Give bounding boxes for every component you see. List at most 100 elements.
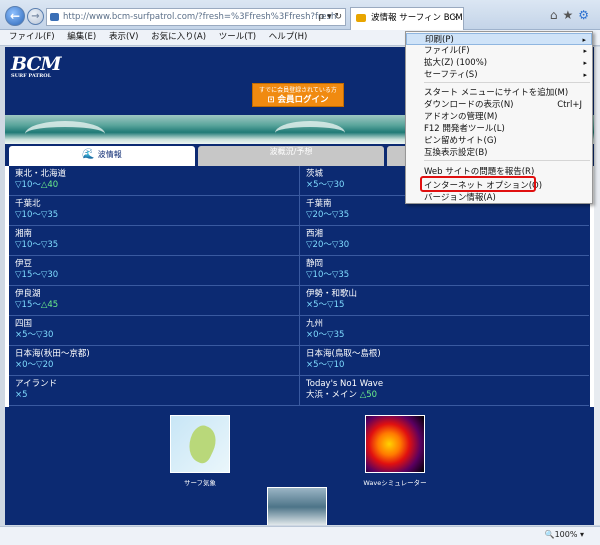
surf-weather-map-thumb[interactable] xyxy=(170,415,230,473)
menu-separator xyxy=(424,82,590,83)
region-name: Today's No1 Wave xyxy=(306,379,384,389)
highlight-box xyxy=(420,176,536,192)
surf-weather-label[interactable]: サーフ気象 xyxy=(150,477,250,487)
browser-titlebar: ← → http://www.bcm-surfpatrol.com/?fresh… xyxy=(0,0,600,30)
menu-item-zoom[interactable]: 拡大(Z) (100%) ▸ xyxy=(406,57,592,69)
address-bar[interactable]: http://www.bcm-surfpatrol.com/?fresh=%3F… xyxy=(46,8,346,26)
address-tools-icon[interactable]: ρ ▾ ↻ xyxy=(319,9,343,25)
menu-help[interactable]: ヘルプ(H) xyxy=(269,32,308,42)
submenu-arrow-icon: ▸ xyxy=(583,71,587,79)
menu-edit[interactable]: 編集(E) xyxy=(67,32,96,42)
region-name: 日本海(秋田〜京都) xyxy=(15,349,90,359)
region-wave-value: ×5〜▽10 xyxy=(306,360,345,370)
browser-toolbar-icons: ⌂★⚙ xyxy=(550,8,594,22)
tab-wave-info-label: 波情報 xyxy=(97,150,122,159)
region-wave-value: ▽10〜▽35 xyxy=(306,270,350,280)
region-cell[interactable]: 伊良湖 ▽15〜△45 xyxy=(9,286,299,316)
menu-item-manage-addons[interactable]: アドオンの管理(M) xyxy=(406,111,592,123)
menu-item-print[interactable]: 印刷(P) ▸ xyxy=(406,33,592,45)
region-wave-value: ×0〜▽35 xyxy=(306,330,345,340)
region-cell[interactable]: アイランド ×5 xyxy=(9,376,299,406)
submenu-arrow-icon: ▸ xyxy=(583,47,587,55)
wave-photo-thumb[interactable] xyxy=(267,487,327,525)
login-caption: すでに会員登録されている方 xyxy=(259,87,337,94)
tab-close-icon[interactable]: × xyxy=(452,8,459,28)
region-wave-value: ▽15〜△45 xyxy=(15,300,59,310)
menu-item-label: 互換表示設定(B) xyxy=(424,148,488,158)
menu-item-about[interactable]: バージョン情報(A) xyxy=(406,192,592,204)
region-wave-value: ▽20〜▽35 xyxy=(306,210,350,220)
region-name: 伊勢・和歌山 xyxy=(306,289,358,299)
vertical-scrollbar[interactable] xyxy=(594,47,600,525)
menu-item-f12-devtools[interactable]: F12 開発者ツール(L) xyxy=(406,123,592,135)
member-login-button[interactable]: すでに会員登録されている方 ⊡ 会員ログイン xyxy=(252,83,344,107)
menu-item-label: アドオンの管理(M) xyxy=(424,112,498,122)
region-wave-value: ×0〜▽20 xyxy=(15,360,54,370)
menu-item-compat-view-settings[interactable]: 互換表示設定(B) xyxy=(406,147,592,159)
menu-item-label: ピン留めサイト(G) xyxy=(424,136,497,146)
tab-wave-forecast-label: 波概況/予想 xyxy=(269,147,313,156)
menu-item-label: ダウンロードの表示(N) xyxy=(424,100,514,110)
region-wave-value: ▽20〜▽30 xyxy=(306,240,350,250)
region-name: 千葉北 xyxy=(15,199,41,209)
region-name: 湘南 xyxy=(15,229,33,239)
wave-simulator-thumb[interactable] xyxy=(365,415,425,473)
region-cell[interactable]: 静岡 ▽10〜▽35 xyxy=(299,256,589,286)
menu-item-safety[interactable]: セーフティ(S) ▸ xyxy=(406,69,592,81)
region-wave-value: 大浜・メイン △50 xyxy=(306,390,378,400)
region-wave-value: ▽10〜▽35 xyxy=(15,210,59,220)
tools-dropdown-menu: 印刷(P) ▸ ファイル(F) ▸ 拡大(Z) (100%) ▸ セーフティ(S) ▸ スタート… xyxy=(405,31,593,204)
tab-wave-info[interactable]: 🌊 波情報 xyxy=(9,146,195,166)
menu-file[interactable]: ファイル(F) xyxy=(9,32,55,42)
region-cell[interactable]: 四国 ×5〜▽30 xyxy=(9,316,299,346)
menu-item-file[interactable]: ファイル(F) ▸ xyxy=(406,45,592,57)
region-cell[interactable]: Today's No1 Wave 大浜・メイン △50 xyxy=(299,376,589,406)
tab-title: 波情報 サーフィン BCM xyxy=(371,13,463,23)
region-cell[interactable]: 伊勢・和歌山 ×5〜▽15 xyxy=(299,286,589,316)
status-bar: 🔍100% ▾ xyxy=(0,526,600,545)
wave-icon: 🌊 xyxy=(82,149,95,160)
zoom-level[interactable]: 🔍100% ▾ xyxy=(545,530,584,539)
region-cell[interactable]: 湘南 ▽10〜▽35 xyxy=(9,226,299,256)
back-button[interactable]: ← xyxy=(5,6,25,26)
region-name: 九州 xyxy=(306,319,324,329)
region-cell[interactable]: 日本海(鳥取〜島根) ×5〜▽10 xyxy=(299,346,589,376)
menu-item-pinned-sites[interactable]: ピン留めサイト(G) xyxy=(406,135,592,147)
menu-separator xyxy=(424,160,590,161)
region-cell[interactable]: 千葉北 ▽10〜▽35 xyxy=(9,196,299,226)
wave-simulator-label[interactable]: Waveシミュレーター xyxy=(345,477,445,487)
region-wave-value: ×5〜▽30 xyxy=(15,330,54,340)
menu-favorites[interactable]: お気に入り(A) xyxy=(151,32,206,42)
forward-button[interactable]: → xyxy=(27,8,44,25)
menu-item-add-start-menu[interactable]: スタート メニューにサイトを追加(M) xyxy=(406,87,592,99)
menu-item-view-downloads[interactable]: ダウンロードの表示(N) Ctrl+J xyxy=(406,99,592,111)
site-favicon-icon xyxy=(50,13,59,21)
region-name: 東北・北海道 xyxy=(15,169,67,179)
menu-item-label: 印刷(P) xyxy=(425,35,454,45)
region-cell[interactable]: 東北・北海道 ▽10〜△40 xyxy=(9,166,299,196)
menu-item-label: バージョン情報(A) xyxy=(424,193,496,203)
favorites-star-icon[interactable]: ★ xyxy=(562,8,578,22)
region-name: アイランド xyxy=(15,379,58,389)
menu-view[interactable]: 表示(V) xyxy=(109,32,138,42)
region-cell[interactable]: 九州 ×0〜▽35 xyxy=(299,316,589,346)
gear-icon[interactable]: ⚙ xyxy=(578,8,594,22)
site-logo[interactable]: BCM SURF PATROL xyxy=(11,53,62,79)
menu-item-label: スタート メニューにサイトを追加(M) xyxy=(424,88,569,98)
menu-shortcut: Ctrl+J xyxy=(557,100,582,110)
menu-item-label: セーフティ(S) xyxy=(424,70,478,80)
region-cell[interactable]: 伊豆 ▽15〜▽30 xyxy=(9,256,299,286)
region-name: 静岡 xyxy=(306,259,324,269)
tab-wave-forecast[interactable]: 波概況/予想 xyxy=(198,146,384,166)
menu-tools[interactable]: ツール(T) xyxy=(219,32,256,42)
menu-item-label: ファイル(F) xyxy=(424,46,470,56)
home-icon[interactable]: ⌂ xyxy=(550,8,563,22)
submenu-arrow-icon: ▸ xyxy=(583,59,587,67)
tab-favicon-icon xyxy=(356,14,366,22)
region-wave-value: ×5 xyxy=(15,390,28,400)
browser-tab[interactable]: 波情報 サーフィン BCM × xyxy=(350,7,464,30)
region-name: 西湘 xyxy=(306,229,324,239)
region-cell[interactable]: 日本海(秋田〜京都) ×0〜▽20 xyxy=(9,346,299,376)
region-cell[interactable]: 西湘 ▽20〜▽30 xyxy=(299,226,589,256)
region-wave-value: ▽10〜▽35 xyxy=(15,240,59,250)
